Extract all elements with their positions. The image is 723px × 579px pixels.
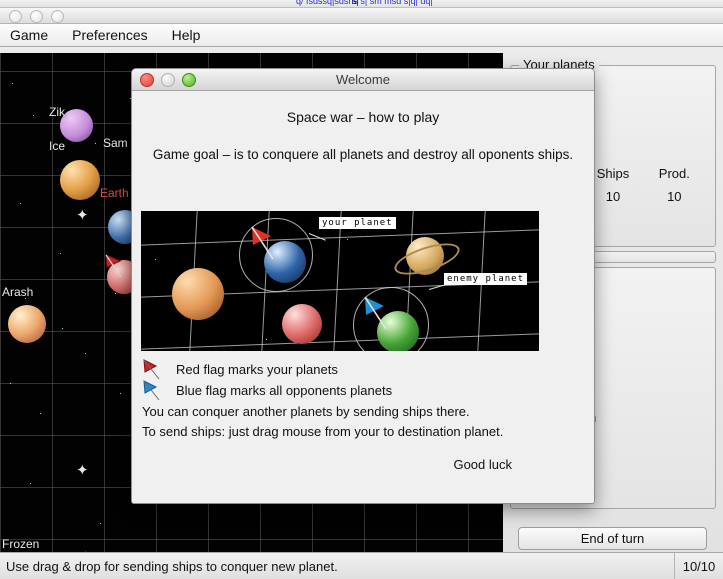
minimize-icon[interactable] [30, 10, 43, 23]
dialog-heading: Space war – how to play [286, 109, 440, 125]
dialog-closing-text: Good luck [453, 457, 512, 472]
dialog-title: Welcome [336, 72, 390, 87]
status-bar: Use drag & drop for sending ships to con… [0, 552, 723, 579]
red-flag-icon [105, 254, 122, 278]
dialog-legend: Red flag marks your planets Blue flag ma… [142, 359, 582, 441]
column-header-prod: Prod. [658, 166, 690, 181]
background-window-text-fragment: q/ fsdssq|sdsns s| sm msd s|q| dq| [296, 0, 433, 6]
illustration-planet-jupiter [172, 268, 224, 320]
legend-row-blue: Blue flag marks all opponents planets [142, 380, 582, 401]
main-window-titlebar [0, 8, 723, 24]
dialog-goal-text: Game goal – is to conquere all planets a… [152, 147, 574, 162]
cell-prod: 10 [667, 189, 682, 204]
planet-label-frozen: Frozen [2, 537, 40, 551]
end-of-turn-button[interactable]: End of turn [518, 527, 707, 550]
illustration-red-flag-icon [251, 226, 274, 260]
planet-label-ice: Ice [49, 139, 66, 153]
close-icon[interactable] [9, 10, 22, 23]
dialog-maximize-icon[interactable] [182, 73, 196, 87]
dialog-body: Space war – how to play Game goal – is t… [132, 109, 594, 503]
dialog-window-controls[interactable] [140, 73, 196, 87]
dialog-titlebar: Welcome [132, 69, 594, 91]
dialog-minimize-icon[interactable] [161, 73, 175, 87]
dialog-paragraph-1: You can conquer another planets by sendi… [142, 404, 470, 419]
illustration-planet-mars [282, 304, 322, 344]
maximize-icon[interactable] [51, 10, 64, 23]
blue-flag-icon [142, 380, 176, 401]
menu-item-help[interactable]: Help [172, 27, 201, 43]
callout-your-planet: your planet [319, 217, 396, 229]
illustration-blue-flag-icon [364, 296, 387, 330]
star-decoration: ✦ [76, 207, 89, 224]
planet-label-arash: Arash [2, 285, 34, 299]
callout-enemy-planet: enemy planet [444, 273, 528, 285]
dialog-paragraph-2: To send ships: just drag mouse from your… [142, 424, 504, 439]
status-counter: 10/10 [682, 558, 716, 574]
application-root: q/ fsdssq|sdsns s| sm msd s|q| dq| s| Ga… [0, 0, 723, 579]
star-decoration: ✦ [76, 462, 89, 479]
background-window-text-fragment-right: s| [352, 0, 359, 6]
window-controls[interactable] [9, 10, 64, 23]
status-message: Use drag & drop for sending ships to con… [0, 553, 675, 579]
legend-row-red: Red flag marks your planets [142, 359, 582, 380]
welcome-dialog[interactable]: Welcome Space war – how to play Game goa… [131, 68, 595, 504]
planet-label-earth: Earth [100, 186, 129, 200]
legend-text-red: Red flag marks your planets [176, 362, 338, 377]
gameplay-illustration: your planet enemy planet [141, 211, 539, 351]
menu-item-game[interactable]: Game [10, 27, 48, 43]
menu-item-preferences[interactable]: Preferences [72, 27, 147, 43]
planet-ice[interactable] [60, 160, 100, 200]
planet-arash[interactable] [8, 305, 46, 343]
dialog-close-icon[interactable] [140, 73, 154, 87]
planet-label-sam: Sam [103, 136, 128, 150]
red-flag-icon [142, 359, 176, 380]
legend-text-blue: Blue flag marks all opponents planets [176, 383, 393, 398]
planet-label-zik: Zik [49, 105, 65, 119]
menu-bar[interactable]: Game Preferences Help [0, 24, 723, 47]
